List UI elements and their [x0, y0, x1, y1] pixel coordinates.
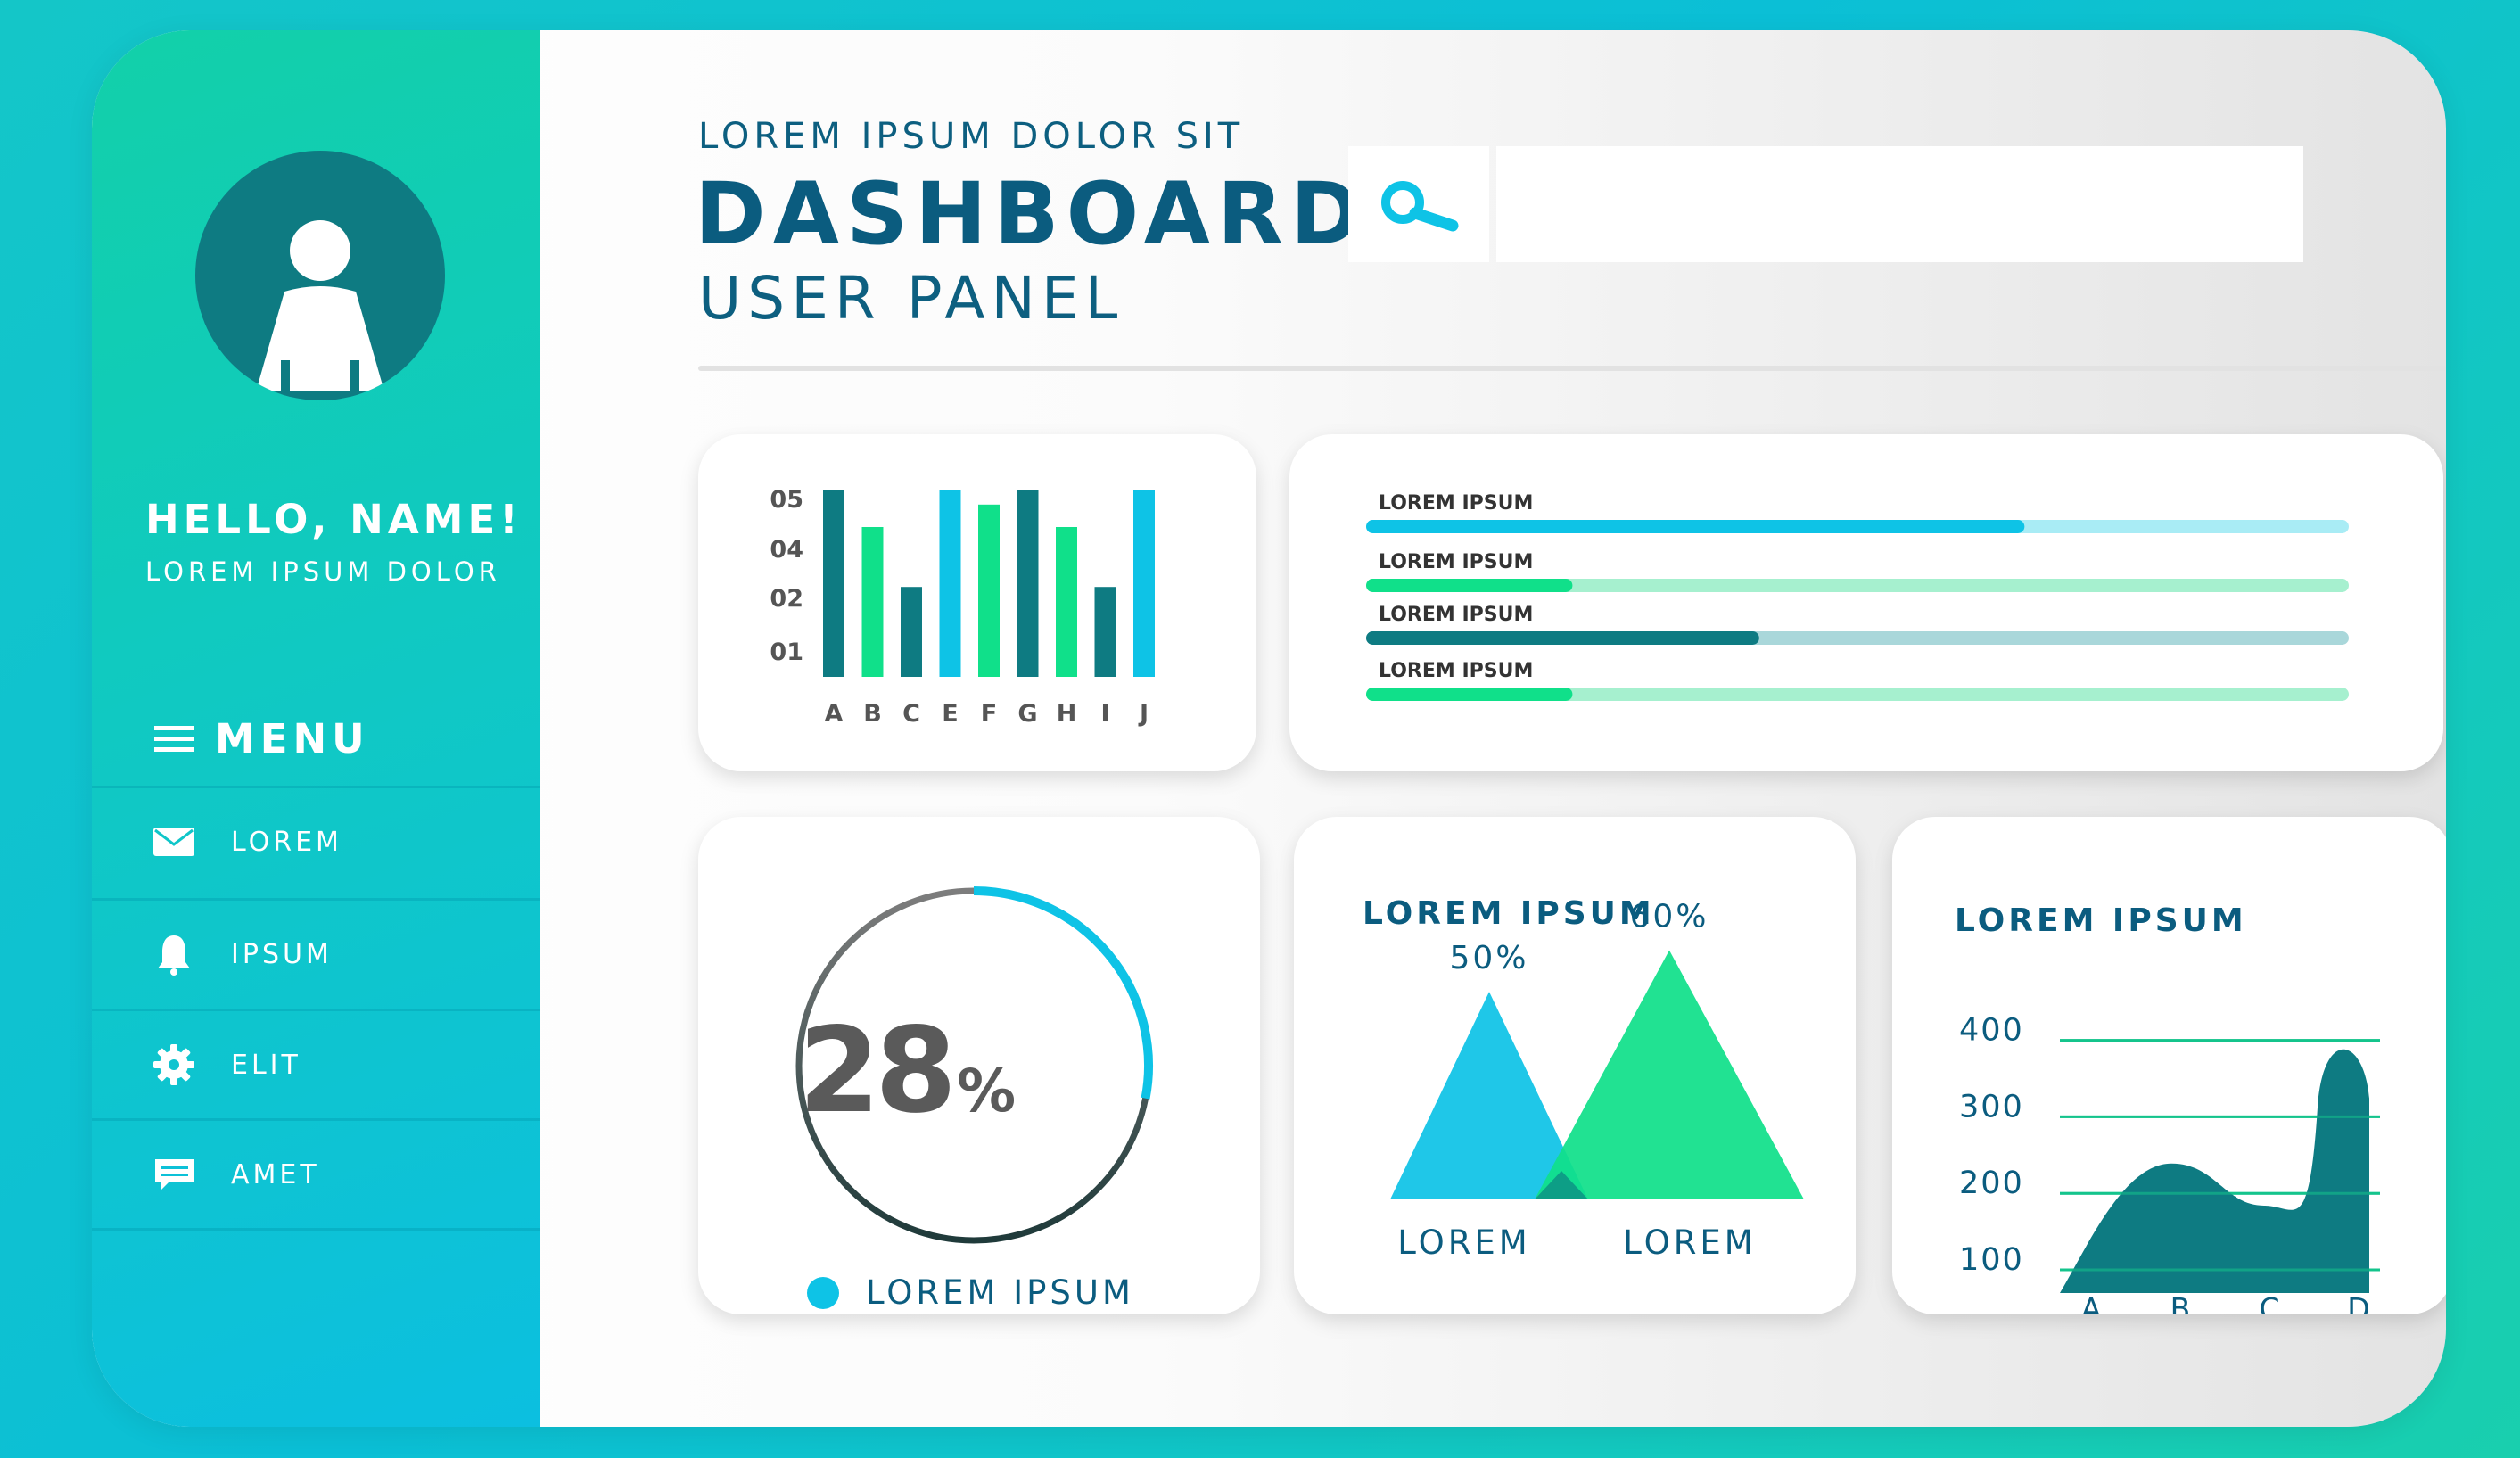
progress-label: LOREM IPSUM — [1379, 660, 1533, 682]
x-tick-label: H — [1057, 700, 1077, 728]
sidebar: HELLO, NAME! LOREM IPSUM DOLOR MENU LORE… — [92, 30, 540, 1427]
menu-item-label: AMET — [231, 1158, 320, 1190]
progress-label: LOREM IPSUM — [1379, 604, 1533, 626]
y-tick-label: 300 — [1959, 1089, 2024, 1124]
x-tick-label: G — [1017, 700, 1037, 728]
x-tick-label: C — [2259, 1291, 2279, 1314]
triangle-chart: 50% 60% LOREM LOREM — [1390, 899, 1804, 1262]
triangle-mark — [1535, 950, 1804, 1199]
dashboard-window: HELLO, NAME! LOREM IPSUM DOLOR MENU LORE… — [92, 30, 2446, 1427]
y-tick-label: 02 — [770, 585, 803, 613]
page-title: DASHBOARD — [695, 164, 1369, 264]
bar — [823, 490, 844, 677]
bar-chart: A B C E F G H I J 05 04 02 01 — [770, 486, 1155, 728]
menu-item-amet[interactable]: AMET — [92, 1121, 540, 1228]
x-tick-label: I — [1100, 700, 1109, 728]
bar-chart-card: A B C E F G H I J 05 04 02 01 — [698, 434, 1256, 771]
menu-divider — [92, 1228, 540, 1231]
progress-label: LOREM IPSUM — [1379, 551, 1533, 573]
y-tick-label: 01 — [770, 638, 803, 666]
hamburger-icon — [154, 726, 194, 752]
donut-chart: 28 % LOREM IPSUM — [795, 886, 1153, 1312]
main-content: LOREM IPSUM DOLOR SIT DASHBOARD USER PAN… — [540, 30, 2446, 1427]
x-tick-label: C — [902, 700, 920, 728]
menu-item-ipsum[interactable]: IPSUM — [92, 901, 540, 1008]
x-tick-label: A — [825, 700, 844, 728]
user-icon — [256, 220, 384, 400]
donut-value: 28 — [798, 1002, 951, 1140]
bar — [1094, 587, 1116, 677]
x-tick-label: LOREM — [1397, 1223, 1530, 1262]
area-chart: 100 200 300 400 A B C D — [1959, 1013, 2380, 1314]
page-subtitle: USER PANEL — [698, 264, 1124, 333]
y-tick-label: 100 — [1959, 1242, 2024, 1278]
bar — [1017, 490, 1039, 677]
page-kicker: LOREM IPSUM DOLOR SIT — [698, 116, 1245, 157]
legend-label: LOREM IPSUM — [866, 1273, 1134, 1312]
x-tick-label: B — [863, 700, 882, 728]
area-fill — [2060, 1049, 2369, 1293]
bar — [1056, 527, 1077, 677]
legend-dot — [807, 1277, 839, 1309]
gear-icon — [152, 1043, 195, 1086]
greeting-subtitle: LOREM IPSUM DOLOR — [145, 556, 501, 587]
progress-card: LOREM IPSUM LOREM IPSUM LOREM IPSUM LOREM I… — [1289, 434, 2443, 771]
menu-item-lorem[interactable]: LOREM — [92, 788, 540, 895]
x-tick-label: A — [2081, 1291, 2102, 1314]
avatar[interactable] — [195, 151, 445, 400]
y-tick-label: 200 — [1959, 1166, 2024, 1201]
bar — [861, 527, 884, 677]
x-tick-label: F — [981, 700, 997, 728]
progress-fill — [1366, 631, 1759, 645]
data-label: 60% — [1629, 899, 1709, 935]
y-tick-label: 05 — [770, 486, 803, 514]
progress-fill — [1366, 579, 1573, 592]
x-tick-label: E — [942, 700, 958, 728]
donut-card: 28% LOREM IPSUM — [698, 817, 1260, 1314]
search-icon — [1381, 181, 1459, 232]
header-divider — [698, 366, 2446, 371]
y-tick-label: 400 — [1959, 1013, 2024, 1049]
progress-fill — [1366, 520, 2025, 533]
donut-unit: % — [957, 1057, 1016, 1125]
bar — [978, 504, 1000, 677]
menu-title: MENU — [215, 714, 370, 762]
bar — [901, 587, 922, 677]
y-tick-label: 04 — [770, 536, 803, 564]
menu-item-label: LOREM — [231, 826, 342, 858]
area-chart-card: LOREM IPSUM 100 200 300 400 A B C D — [1892, 817, 2446, 1314]
x-tick-label: B — [2170, 1291, 2191, 1314]
x-tick-label: LOREM — [1623, 1223, 1756, 1262]
progress-bars: LOREM IPSUM LOREM IPSUM LOREM IPSUM LOREM I… — [1366, 492, 2349, 701]
progress-label: LOREM IPSUM — [1379, 492, 1533, 515]
bar — [1133, 490, 1155, 677]
progress-fill — [1366, 688, 1573, 701]
menu-item-elit[interactable]: ELIT — [92, 1011, 540, 1118]
bell-icon — [152, 933, 195, 976]
x-tick-label: J — [1138, 700, 1149, 728]
x-tick-label: D — [2347, 1291, 2369, 1314]
bar — [939, 490, 961, 677]
triangle-chart-card: LOREM IPSUM 50% 60% LOREM LOREM — [1294, 817, 1856, 1314]
menu-item-label: ELIT — [231, 1049, 301, 1081]
data-label: 50% — [1449, 940, 1528, 976]
chat-icon — [152, 1153, 195, 1196]
greeting: HELLO, NAME! — [145, 496, 523, 543]
menu-header[interactable]: MENU — [152, 694, 545, 783]
search-input[interactable] — [1496, 146, 2303, 262]
search-button[interactable] — [1348, 146, 1489, 262]
mail-icon — [152, 820, 195, 863]
menu-item-label: IPSUM — [231, 938, 333, 970]
